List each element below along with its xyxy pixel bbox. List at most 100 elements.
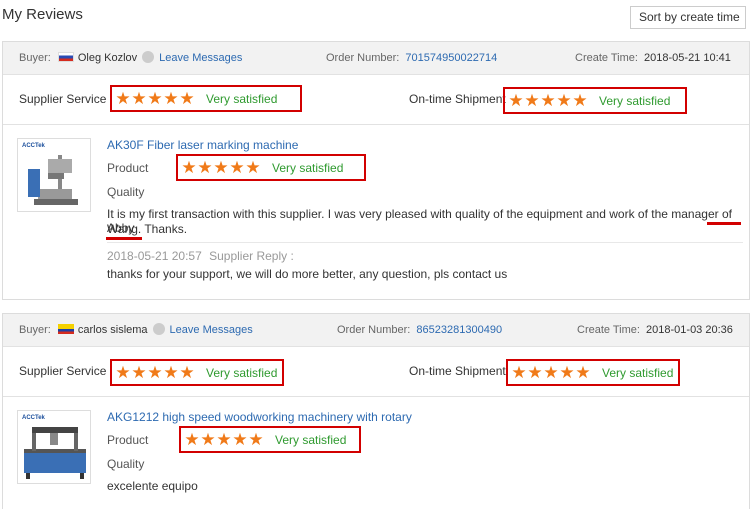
review-comment: It is my first transaction with this sup… (107, 207, 732, 235)
supplier-reply-label: Supplier Reply : (209, 249, 294, 263)
review-card: Buyer: Oleg Kozlov Leave Messages Order N… (2, 41, 750, 300)
star-icon: ★ (527, 363, 543, 382)
product-thumbnail[interactable]: ACCTek (17, 138, 91, 212)
ecuador-flag-icon (57, 324, 74, 335)
buyer-name: carlos sislema (77, 324, 148, 336)
laser-marking-machine-image (28, 155, 78, 205)
rating-text: Very satisfied (272, 160, 344, 175)
product-rating: ★ ★ ★ ★ ★ Very satisfied (176, 154, 366, 181)
star-icon: ★ (184, 430, 200, 449)
star-icon: ★ (575, 363, 591, 382)
product-rating-label: Product (107, 161, 149, 175)
supplier-service-label: Supplier Service (19, 92, 107, 106)
order-number-link[interactable]: 701574950022714 (405, 52, 497, 64)
brand-logo: ACCTek (22, 415, 45, 421)
star-icon: ★ (213, 158, 229, 177)
ontime-shipment-label: On-time Shipment (409, 92, 506, 106)
star-icon: ★ (147, 363, 163, 382)
star-icon: ★ (232, 430, 248, 449)
ontime-shipment-rating: ★ ★ ★ ★ ★ Very satisfied (503, 87, 687, 114)
star-icon: ★ (229, 158, 245, 177)
rating-text: Very satisfied (599, 93, 671, 108)
product-thumbnail[interactable]: ACCTek (17, 410, 91, 484)
star-icon: ★ (245, 158, 261, 177)
buyer-label: Buyer: (19, 52, 51, 64)
star-icon: ★ (131, 363, 147, 382)
product-name-link[interactable]: AK30F Fiber laser marking machine (107, 138, 298, 152)
page-title: My Reviews (2, 6, 83, 23)
review-card: Buyer: carlos sislema Leave Messages Orde… (2, 313, 750, 509)
ontime-shipment-label: On-time Shipment (409, 364, 506, 378)
supplier-service-rating: ★ ★ ★ ★ ★ Very satisfied (110, 359, 284, 386)
star-icon: ★ (163, 363, 179, 382)
order-info: Order Number: 701574950022714 (326, 42, 497, 75)
star-icon: ★ (131, 89, 147, 108)
review-header: Buyer: carlos sislema Leave Messages Orde… (3, 314, 749, 347)
star-icon: ★ (248, 430, 264, 449)
order-number-link[interactable]: 86523281300490 (416, 324, 502, 336)
leave-messages-link[interactable]: Leave Messages (170, 324, 253, 336)
star-icon: ★ (216, 430, 232, 449)
star-icon: ★ (572, 91, 588, 110)
quality-rating-label: Quality (107, 185, 145, 199)
star-icon: ★ (147, 89, 163, 108)
store-ratings: Supplier Service ★ ★ ★ ★ ★ Very satisfied On… (3, 347, 749, 397)
russia-flag-icon (57, 52, 74, 63)
rating-text: Very satisfied (275, 432, 347, 447)
rating-text: Very satisfied (602, 365, 674, 380)
star-icon: ★ (181, 158, 197, 177)
buyer-info: Buyer: Oleg Kozlov Leave Messages (19, 42, 242, 75)
supplier-service-rating: ★ ★ ★ ★ ★ Very satisfied (110, 85, 302, 112)
product-rating: ★ ★ ★ ★ ★ Very satisfied (179, 426, 361, 453)
star-icon: ★ (508, 91, 524, 110)
star-icon: ★ (163, 89, 179, 108)
star-icon: ★ (115, 363, 131, 382)
star-icon: ★ (115, 89, 131, 108)
highlight-underline (106, 237, 142, 240)
star-icon: ★ (200, 430, 216, 449)
buyer-name: Oleg Kozlov (77, 52, 138, 64)
product-name-link[interactable]: AKG1212 high speed woodworking machinery… (107, 410, 412, 424)
create-time-value: 2018-05-21 10:41 (644, 52, 731, 64)
product-rating-label: Product (107, 433, 149, 447)
rating-text: Very satisfied (206, 365, 278, 380)
star-icon: ★ (524, 91, 540, 110)
supplier-reply-text: thanks for your support, we will do more… (107, 267, 508, 281)
star-icon: ★ (559, 363, 575, 382)
quality-rating-label: Quality (107, 457, 145, 471)
star-icon: ★ (556, 91, 572, 110)
buyer-info: Buyer: carlos sislema Leave Messages (19, 314, 253, 347)
create-time-label: Create Time: (575, 52, 638, 64)
star-icon: ★ (179, 363, 195, 382)
star-icon: ★ (511, 363, 527, 382)
sort-dropdown[interactable]: Sort by create time (630, 6, 746, 29)
supplier-reply-meta: 2018-05-21 20:57 Supplier Reply : (107, 249, 294, 263)
supplier-service-label: Supplier Service (19, 364, 107, 378)
store-ratings: Supplier Service ★ ★ ★ ★ ★ Very satisfied On… (3, 75, 749, 125)
ontime-shipment-rating: ★ ★ ★ ★ ★ Very satisfied (506, 359, 680, 386)
review-header: Buyer: Oleg Kozlov Leave Messages Order N… (3, 42, 749, 75)
rating-text: Very satisfied (206, 91, 278, 106)
highlight-underline (707, 222, 741, 225)
review-comment-continued: Wang. Thanks. (107, 222, 188, 236)
create-time-label: Create Time: (577, 324, 640, 336)
reply-divider (107, 242, 743, 243)
woodworking-router-image (24, 427, 86, 479)
star-icon: ★ (543, 363, 559, 382)
star-icon: ★ (179, 89, 195, 108)
buyer-label: Buyer: (19, 324, 51, 336)
order-number-label: Order Number: (337, 324, 411, 336)
create-time-info: Create Time: 2018-05-21 10:41 (575, 42, 731, 75)
reply-time: 2018-05-21 20:57 (107, 249, 202, 263)
star-icon: ★ (540, 91, 556, 110)
review-comment: excelente equipo (107, 479, 198, 493)
order-info: Order Number: 86523281300490 (337, 314, 502, 347)
brand-logo: ACCTek (22, 143, 45, 149)
leave-messages-link[interactable]: Leave Messages (159, 52, 242, 64)
order-number-label: Order Number: (326, 52, 400, 64)
create-time-info: Create Time: 2018-01-03 20:36 (577, 314, 733, 347)
avatar-circle-icon (142, 51, 155, 64)
avatar-circle-icon (152, 323, 165, 336)
star-icon: ★ (197, 158, 213, 177)
create-time-value: 2018-01-03 20:36 (646, 324, 733, 336)
